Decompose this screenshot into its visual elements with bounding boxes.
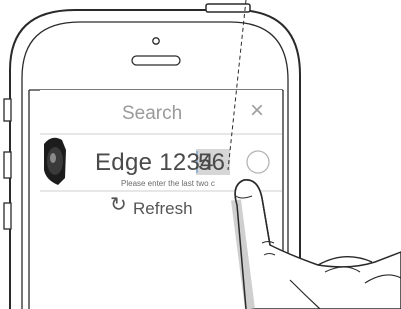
refresh-icon[interactable]: ↻ [110, 195, 127, 215]
phone-illustration: Search × Edge 1234 56 Please enter the l… [0, 0, 401, 309]
device-name-prefix[interactable]: Edge 1234 [95, 149, 214, 177]
dialog-title: Search [122, 103, 183, 124]
refresh-button[interactable]: Refresh [133, 199, 193, 219]
close-icon[interactable]: × [250, 99, 264, 123]
device-name-suffix[interactable]: 56 [198, 149, 225, 177]
device-hint: Please enter the last two c [121, 179, 215, 188]
